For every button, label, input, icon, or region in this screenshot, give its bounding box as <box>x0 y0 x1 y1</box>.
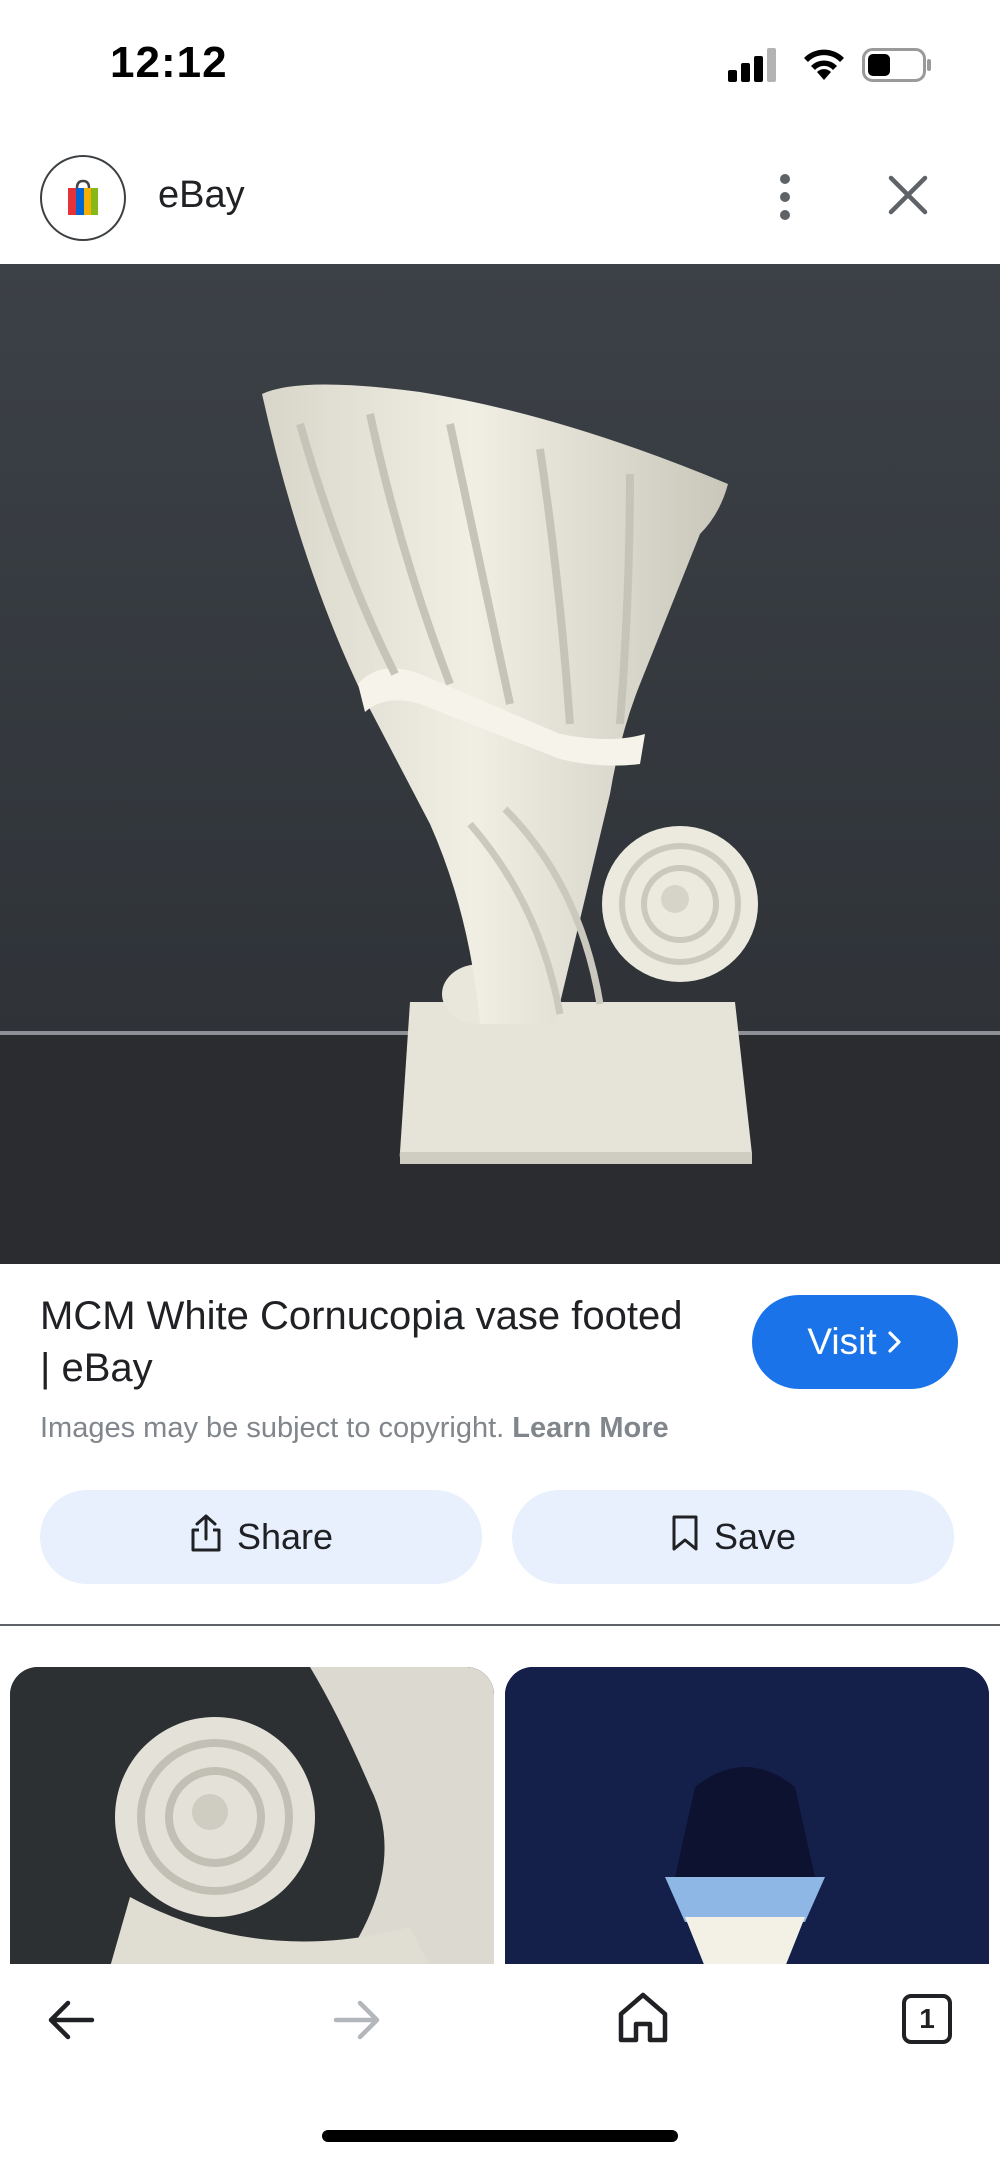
product-image[interactable] <box>0 264 1000 1264</box>
more-vert-icon[interactable] <box>770 172 800 222</box>
battery-icon <box>862 48 932 87</box>
copyright-notice: Images may be subject to copyright. Lear… <box>40 1412 669 1445</box>
status-time: 12:12 <box>110 38 228 87</box>
cellular-signal-icon <box>728 48 780 87</box>
ebay-bag-icon[interactable] <box>40 155 126 241</box>
copyright-text: Images may be subject to copyright. <box>40 1412 505 1444</box>
related-image-1[interactable] <box>10 1667 494 1967</box>
site-header <box>0 150 1000 264</box>
home-indicator <box>322 2130 678 2142</box>
visit-button[interactable]: Visit <box>752 1295 958 1389</box>
learn-more-link[interactable]: Learn More <box>512 1412 668 1444</box>
site-name[interactable]: eBay <box>158 174 245 217</box>
chevron-right-icon <box>887 1321 903 1363</box>
wifi-icon <box>802 46 846 87</box>
save-label: Save <box>713 1516 797 1557</box>
visit-label: Visit <box>807 1321 877 1362</box>
close-icon[interactable] <box>885 172 931 218</box>
bookmark-icon <box>670 1514 700 1561</box>
back-arrow-icon[interactable] <box>46 1998 96 2047</box>
home-icon[interactable] <box>616 1990 670 2049</box>
forward-arrow-icon[interactable] <box>332 1998 382 2047</box>
save-button[interactable]: Save <box>512 1490 954 1584</box>
divider <box>0 1624 1000 1626</box>
share-label: Share <box>236 1516 334 1557</box>
share-icon <box>189 1513 223 1562</box>
share-button[interactable]: Share <box>40 1490 482 1584</box>
tab-count: 1 <box>919 2003 935 2034</box>
tabs-icon[interactable]: 1 <box>902 1994 952 2044</box>
related-image-2[interactable] <box>505 1667 989 1967</box>
result-title[interactable]: MCM White Cornucopia vase footed | eBay <box>40 1290 700 1394</box>
